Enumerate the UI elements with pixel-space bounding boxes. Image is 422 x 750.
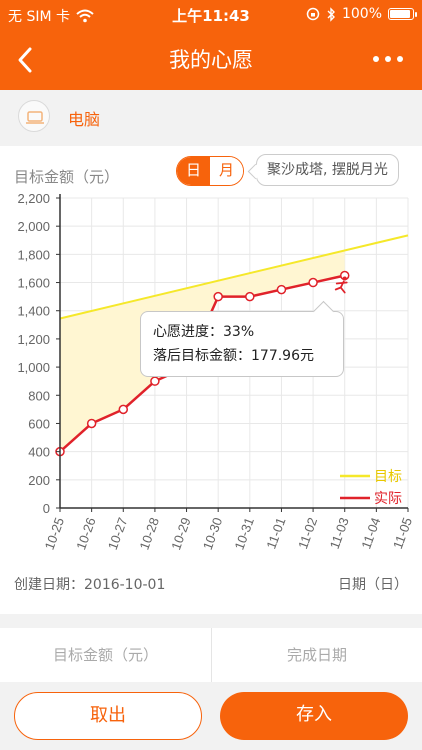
chart-card: 0 200 400 600 800 1,000 1,200 1,400 1,600 1,800 2,…	[0, 146, 422, 614]
tooltip-progress: 心愿进度：33%	[153, 324, 255, 340]
category-label: 电脑	[68, 110, 101, 129]
toggle-month[interactable]: 月	[210, 157, 243, 185]
rotation-lock-icon	[306, 7, 320, 21]
y-tick-label: 0	[43, 501, 50, 516]
period-toggle: 日 月	[176, 156, 244, 186]
progress-chart: 0 200 400 600 800 1,000 1,200 1,400 1,600 1,800 2,…	[17, 191, 415, 552]
x-tick-label: 11-04	[358, 515, 383, 550]
target-line	[59, 234, 409, 320]
y-tick-label: 400	[28, 445, 50, 460]
battery-icon	[388, 8, 417, 20]
x-tick-label: 10-28	[137, 515, 162, 551]
x-tick-label: 10-26	[73, 515, 98, 551]
status-bar: 无 SIM 卡 上午11:43 100%	[0, 0, 422, 28]
legend-target-label: 目标	[374, 469, 402, 485]
y-tick-label: 2,200	[17, 191, 50, 206]
y-tick-label: 800	[28, 388, 50, 403]
category-row[interactable]: 电脑	[0, 90, 422, 146]
x-tick-label: 10-31	[231, 515, 256, 551]
runner-head-icon	[342, 276, 347, 281]
toggle-day[interactable]: 日	[177, 157, 210, 185]
computer-icon	[18, 100, 50, 132]
x-tick-label: 11-05	[390, 515, 415, 550]
x-axis-title: 日期（日）	[338, 577, 408, 593]
x-tick-label: 11-03	[327, 515, 352, 550]
page-title: 我的心愿	[169, 48, 253, 72]
y-tick-label: 600	[28, 416, 50, 431]
actual-point	[150, 376, 160, 386]
x-tick-label: 10-30	[200, 515, 225, 551]
wish-form: 目标金额（元） 完成日期	[0, 628, 422, 682]
y-tick-label: 1,200	[17, 332, 50, 347]
withdraw-button[interactable]: 取出	[14, 692, 202, 740]
y-tick-label: 200	[28, 473, 50, 488]
actual-point	[213, 291, 223, 302]
actual-point	[308, 277, 318, 288]
target-amount-field[interactable]: 目标金额（元）	[0, 628, 211, 682]
x-tick-label: 10-25	[42, 515, 67, 551]
actual-point	[86, 418, 97, 429]
legend-actual-label: 实际	[374, 491, 402, 507]
y-tick-label: 1,800	[17, 247, 50, 262]
header: 无 SIM 卡 上午11:43 100% 我的心愿	[0, 0, 422, 90]
actual-point	[245, 291, 255, 302]
tooltip-behind: 落后目标金额：177.96元	[153, 348, 314, 364]
action-bar: 取出 存入	[0, 684, 422, 750]
more-icon[interactable]	[368, 44, 408, 74]
actual-point	[118, 404, 129, 415]
slogan-bubble: 聚沙成塔, 摆脱月光	[256, 154, 399, 186]
y-tick-label: 1,600	[17, 276, 50, 291]
x-tick-label: 10-27	[105, 515, 130, 551]
bluetooth-icon	[327, 6, 335, 22]
nav-bar: 我的心愿	[0, 28, 422, 90]
x-tick-label: 10-29	[168, 515, 193, 551]
progress-tooltip: 心愿进度：33% 落后目标金额：177.96元	[140, 311, 344, 377]
finish-date-field[interactable]: 完成日期	[211, 628, 422, 682]
y-tick-label: 1,400	[17, 304, 50, 319]
y-tick-label: 1,000	[17, 360, 50, 375]
y-tick-label: 2,000	[17, 219, 50, 234]
deposit-button[interactable]: 存入	[220, 692, 408, 740]
y-axis-title: 目标金额（元）	[14, 168, 120, 186]
battery-percent: 100%	[341, 6, 382, 22]
x-tick-label: 11-01	[263, 515, 288, 550]
actual-point	[276, 284, 287, 295]
created-date: 创建日期：2016-10-01	[14, 577, 166, 593]
x-tick-label: 11-02	[295, 515, 320, 550]
